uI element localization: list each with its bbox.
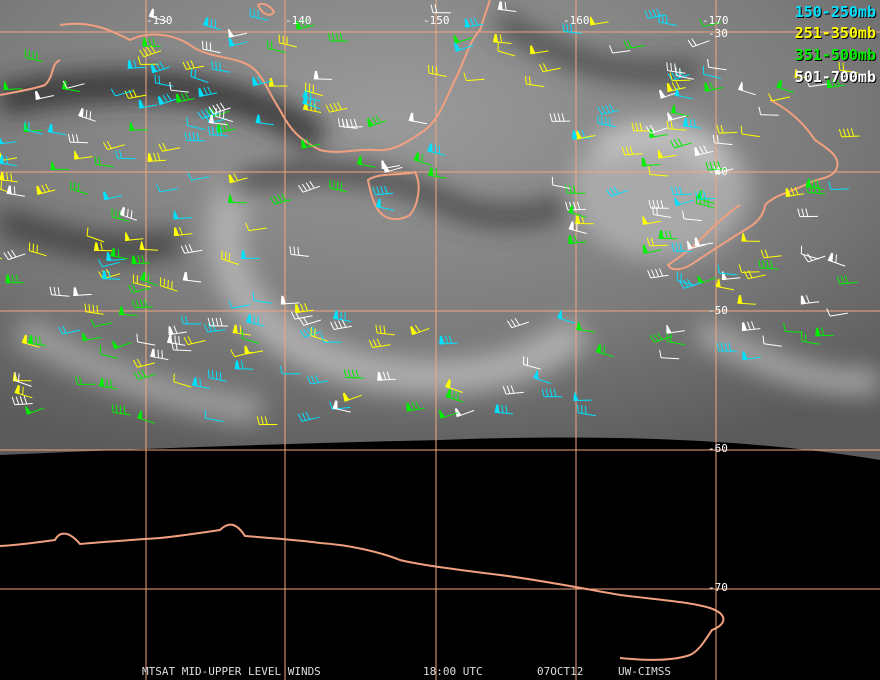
- longitude-label-140w: -140: [285, 14, 312, 27]
- antarctica-coast: [0, 523, 725, 661]
- latitude-label-30s: -30: [708, 27, 728, 40]
- longitude-label-170w: -170: [702, 14, 729, 27]
- date-label: 07OCT12: [537, 665, 584, 678]
- longitude-label-130w: -130: [146, 14, 173, 27]
- legend-entry-251-350mb: 251-350mb: [794, 24, 876, 42]
- latitude-label-60s: -60: [708, 442, 728, 455]
- longitude-label-150w: -150: [423, 14, 450, 27]
- legend-entry-150-250mb: 150-250mb: [794, 3, 876, 21]
- product-title: MTSAT MID-UPPER LEVEL WINDS: [142, 665, 321, 678]
- latitude-label-40s: -40: [708, 165, 728, 178]
- longitude-label-160w: -160: [563, 14, 590, 27]
- latitude-label-70s: -70: [708, 581, 728, 594]
- wind-map: 150-250mb 251-350mb 351-500mb 501-700mb …: [0, 0, 880, 680]
- satellite-imagery: [0, 0, 880, 460]
- source-label: UW-CIMSS: [618, 665, 671, 678]
- legend-entry-501-700mb: 501-700mb: [794, 68, 876, 86]
- map-canvas: [0, 0, 880, 680]
- image-caption: MTSAT MID-UPPER LEVEL WINDS 18:00 UTC 07…: [0, 666, 880, 678]
- legend-entry-351-500mb: 351-500mb: [794, 46, 876, 64]
- time-label: 18:00 UTC: [423, 665, 483, 678]
- latitude-label-50s: -50: [708, 304, 728, 317]
